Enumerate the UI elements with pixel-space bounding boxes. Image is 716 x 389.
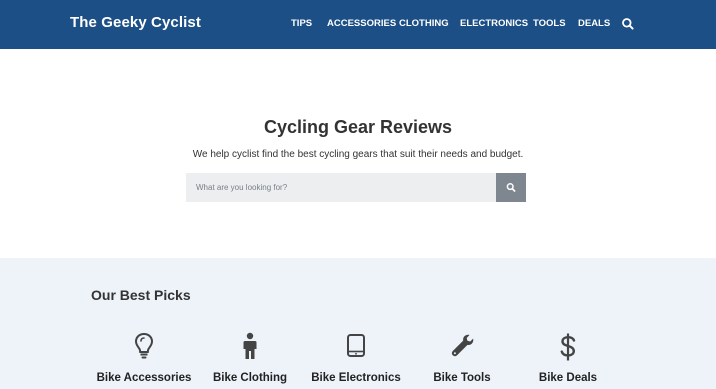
site-logo[interactable]: The Geeky Cyclist	[70, 14, 201, 31]
search-icon[interactable]	[621, 17, 635, 31]
page-title: Cycling Gear Reviews	[263, 117, 453, 137]
category-bike-accessories[interactable]: Bike Accessories	[84, 328, 204, 389]
search-button[interactable]	[496, 173, 526, 202]
nav-electronics[interactable]: ELECTRONICS	[460, 18, 528, 29]
nav-deals[interactable]: DEALS	[578, 18, 610, 29]
nav-tips[interactable]: TIPS	[291, 18, 312, 29]
category-label: Bike Deals	[538, 372, 598, 384]
category-bike-tools[interactable]: Bike Tools	[402, 328, 522, 389]
category-bike-clothing[interactable]: Bike Clothing	[190, 328, 310, 389]
dollar-icon	[560, 333, 576, 361]
category-bike-electronics[interactable]: Bike Electronics	[296, 328, 416, 389]
nav-tools[interactable]: TOOLS	[533, 18, 566, 29]
tablet-icon	[347, 334, 365, 357]
category-bike-deals[interactable]: Bike Deals	[508, 328, 628, 389]
nav-accessories[interactable]: ACCESSORIES	[327, 18, 396, 29]
category-label: Bike Clothing	[212, 372, 288, 384]
nav-clothing[interactable]: CLOTHING	[399, 18, 449, 29]
search-input[interactable]	[186, 173, 496, 202]
site-header: The Geeky Cyclist TIPS ACCESSORIES CLOTH…	[0, 0, 716, 50]
section-title: Our Best Picks	[91, 287, 191, 303]
wrench-icon	[451, 334, 474, 357]
best-picks-section: Our Best Picks Bike Accessories Bike Clo…	[0, 258, 716, 389]
category-label: Bike Accessories	[96, 372, 192, 384]
hero-section: Cycling Gear Reviews We help cyclist fin…	[0, 49, 716, 258]
category-label: Bike Electronics	[311, 372, 401, 384]
lightbulb-icon	[134, 332, 154, 359]
page-subtitle: We help cyclist find the best cycling ge…	[192, 149, 524, 160]
search-icon	[506, 183, 516, 192]
person-icon	[243, 332, 257, 359]
category-label: Bike Tools	[433, 372, 491, 384]
